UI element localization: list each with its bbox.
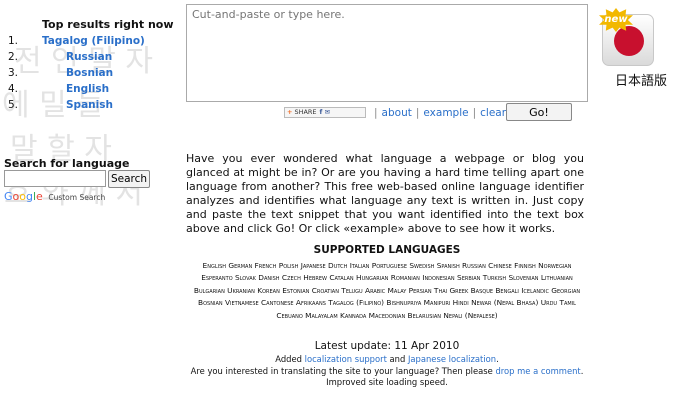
google-custom-search-logo: Google Custom Search bbox=[4, 190, 105, 203]
example-link[interactable]: example bbox=[423, 107, 468, 119]
update-text: . bbox=[496, 354, 499, 364]
japanese-localization-link[interactable]: Japanese localization bbox=[408, 354, 496, 364]
japanese-version-link[interactable]: 日本語版 bbox=[599, 70, 683, 89]
update-note: Are you interested in translating the si… bbox=[186, 366, 588, 378]
update-note: Added localization support and Japanese … bbox=[186, 354, 588, 366]
share-service-icons: f ✉ bbox=[319, 108, 331, 116]
update-note: Improved site loading speed. bbox=[326, 377, 448, 387]
top-result-link[interactable]: Tagalog (Filipino) bbox=[42, 35, 145, 47]
clear-link[interactable]: clear bbox=[480, 107, 506, 119]
list-item: 2. Russian bbox=[8, 50, 178, 66]
drop-comment-link[interactable]: drop me a comment bbox=[495, 366, 580, 376]
update-text: Are you interested in translating the si… bbox=[190, 365, 496, 376]
list-number: 2. bbox=[8, 51, 19, 63]
top-result-link[interactable]: Spanish bbox=[66, 99, 113, 111]
google-letter: g bbox=[26, 190, 33, 203]
list-item: 1. Tagalog (Filipino) bbox=[8, 34, 178, 50]
language-search-input[interactable] bbox=[4, 170, 106, 187]
google-letter: G bbox=[4, 190, 13, 203]
list-number: 3. bbox=[8, 67, 19, 79]
update-text: Added bbox=[275, 354, 305, 364]
top-result-link[interactable]: Bosnian bbox=[66, 67, 113, 79]
list-number: 4. bbox=[8, 83, 19, 95]
toolbar-separator: | bbox=[415, 107, 420, 119]
update-text: and bbox=[386, 354, 408, 364]
top-result-link[interactable]: Russian bbox=[66, 51, 112, 63]
japanese-version-badge[interactable]: new 日本語版 bbox=[599, 8, 683, 96]
share-widget[interactable]: + SHARE f ✉ bbox=[284, 107, 366, 118]
list-item: 4. English bbox=[8, 82, 178, 98]
share-label: SHARE bbox=[294, 108, 317, 116]
google-letter: e bbox=[36, 190, 43, 203]
toolbar-separator: | bbox=[374, 107, 378, 119]
supported-languages-title: SUPPORTED LANGUAGES bbox=[313, 244, 461, 256]
top-results-list: 1. Tagalog (Filipino) 2. Russian 3. Bosn… bbox=[8, 34, 178, 114]
share-plus-icon: + bbox=[287, 108, 293, 116]
update-notes: Added localization support and Japanese … bbox=[186, 354, 588, 389]
search-label: Search for language bbox=[4, 157, 130, 170]
list-item: 5. Spanish bbox=[8, 98, 178, 114]
toolbar: | about | example | clear bbox=[370, 107, 506, 119]
search-button[interactable]: Search bbox=[108, 170, 150, 188]
text-input-area[interactable] bbox=[186, 4, 588, 102]
intro-paragraph: Have you ever wondered what language a w… bbox=[186, 152, 584, 235]
latest-update-title: Latest update: 11 Apr 2010 bbox=[314, 340, 460, 352]
google-letter: o bbox=[19, 190, 26, 203]
list-number: 1. bbox=[8, 35, 19, 47]
flag-disc bbox=[614, 26, 644, 56]
about-link[interactable]: about bbox=[382, 107, 412, 119]
top-result-link[interactable]: English bbox=[66, 83, 109, 95]
top-results-title: Top results right now bbox=[42, 18, 174, 31]
localization-support-link[interactable]: localization support bbox=[305, 354, 387, 364]
supported-languages-list: English German French Polish Japanese Du… bbox=[193, 261, 581, 320]
go-button[interactable]: Go! bbox=[506, 103, 572, 121]
list-number: 5. bbox=[8, 99, 19, 111]
list-item: 3. Bosnian bbox=[8, 66, 178, 82]
custom-search-label: Custom Search bbox=[48, 193, 106, 202]
sidebar: Top results right now 1. Tagalog (Filipi… bbox=[0, 0, 180, 400]
toolbar-separator: | bbox=[472, 107, 477, 119]
update-text: . bbox=[580, 365, 584, 376]
